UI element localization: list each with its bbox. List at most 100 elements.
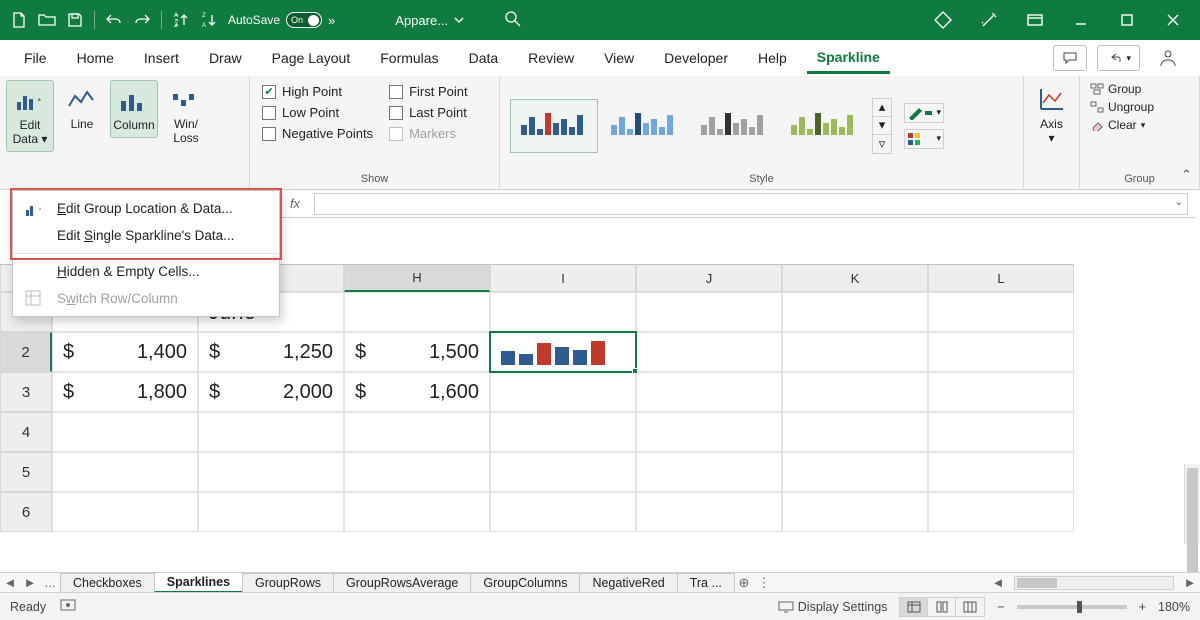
vertical-scrollbar[interactable] (1184, 464, 1200, 544)
col-header-L[interactable]: L (928, 264, 1074, 292)
account-icon[interactable] (1150, 45, 1186, 71)
sort-desc-icon[interactable]: ZA (196, 7, 222, 33)
zoom-slider[interactable] (1017, 605, 1127, 609)
col-header-J[interactable]: J (636, 264, 782, 292)
cell-empty[interactable] (52, 452, 198, 492)
menu-edit-single-data[interactable]: Edit Single Sparkline's Data... (13, 222, 279, 249)
view-page-break-icon[interactable] (956, 598, 984, 616)
document-title[interactable]: Appare... (395, 13, 464, 28)
cell-empty[interactable] (928, 492, 1074, 532)
cell-K2[interactable] (782, 332, 928, 372)
checkbox-negative-points[interactable]: Negative Points (262, 126, 373, 141)
tab-sparkline[interactable]: Sparkline (807, 43, 890, 74)
row-header-2[interactable]: 2 (0, 332, 52, 372)
zoom-level[interactable]: 180% (1158, 600, 1190, 614)
gallery-more-icon[interactable]: ▿ (873, 135, 891, 153)
tab-review[interactable]: Review (518, 44, 584, 72)
tab-page-layout[interactable]: Page Layout (262, 44, 361, 72)
col-header-K[interactable]: K (782, 264, 928, 292)
cell-empty[interactable] (490, 492, 636, 532)
formula-expand-icon[interactable]: ⌄ (1175, 197, 1183, 208)
cell-G3[interactable]: $1,600 (344, 372, 490, 412)
row-header-4[interactable]: 4 (0, 412, 52, 452)
diamond-icon[interactable] (922, 5, 964, 35)
minimize-button[interactable] (1060, 5, 1102, 35)
sheet-nav-prev-icon[interactable]: ◄ (0, 575, 20, 590)
cell-empty[interactable] (636, 452, 782, 492)
sparkline-winloss-button[interactable]: Win/Loss (162, 80, 210, 150)
wand-icon[interactable] (968, 5, 1010, 35)
menu-edit-group-data[interactable]: Edit Group Location & Data... (13, 195, 279, 222)
cell-F2[interactable]: $1,250 (198, 332, 344, 372)
maximize-button[interactable] (1106, 5, 1148, 35)
cell-L2[interactable] (928, 332, 1074, 372)
sheet-tab-negativered[interactable]: NegativeRed (579, 573, 677, 593)
close-button[interactable] (1152, 5, 1194, 35)
cell-empty[interactable] (344, 492, 490, 532)
ribbon-mode-icon[interactable] (1014, 5, 1056, 35)
cell-H3[interactable] (490, 372, 636, 412)
checkbox-last-point[interactable]: Last Point (389, 105, 468, 120)
fx-icon[interactable]: fx (280, 196, 310, 211)
hscroll-left-icon[interactable]: ◄ (988, 575, 1008, 590)
marker-color-button[interactable]: ▾ (904, 129, 944, 149)
sheet-split-icon[interactable]: ⋮ (754, 575, 774, 591)
gallery-up-icon[interactable]: ▴ (873, 99, 891, 117)
tab-file[interactable]: File (14, 44, 57, 72)
checkbox-low-point[interactable]: Low Point (262, 105, 373, 120)
redo-icon[interactable] (129, 7, 155, 33)
tab-developer[interactable]: Developer (654, 44, 738, 72)
group-button[interactable]: Group (1090, 82, 1154, 96)
cell-empty[interactable] (636, 492, 782, 532)
ungroup-button[interactable]: Ungroup (1090, 100, 1154, 114)
cell-empty[interactable] (782, 492, 928, 532)
sheet-tab-grouprowsaverage[interactable]: GroupRowsAverage (333, 573, 471, 593)
cell-I3[interactable] (636, 372, 782, 412)
cell-empty[interactable] (782, 412, 928, 452)
cell-H1[interactable] (344, 292, 490, 332)
fill-handle[interactable] (632, 368, 638, 374)
sparkline-line-button[interactable]: Line (58, 80, 106, 136)
zoom-thumb[interactable] (1077, 601, 1082, 613)
save-icon[interactable] (62, 7, 88, 33)
cell-empty[interactable] (344, 452, 490, 492)
tab-home[interactable]: Home (67, 44, 124, 72)
sheet-nav-next-icon[interactable]: ► (20, 575, 40, 590)
style-option-3[interactable] (690, 99, 778, 153)
undo-icon[interactable] (101, 7, 127, 33)
style-option-4[interactable] (780, 99, 868, 153)
tab-view[interactable]: View (594, 44, 644, 72)
new-sheet-icon[interactable]: ⊕ (734, 575, 754, 591)
view-page-layout-icon[interactable] (928, 598, 956, 616)
tab-help[interactable]: Help (748, 44, 797, 72)
zoom-out-button[interactable]: − (997, 600, 1004, 614)
tab-draw[interactable]: Draw (199, 44, 252, 72)
macro-record-icon[interactable] (60, 599, 76, 614)
sparkline-color-button[interactable]: ▾ (904, 103, 944, 123)
cell-I1[interactable] (490, 292, 636, 332)
open-file-icon[interactable] (34, 7, 60, 33)
cell-empty[interactable] (490, 412, 636, 452)
comments-button[interactable] (1053, 45, 1087, 71)
tab-insert[interactable]: Insert (134, 44, 189, 72)
cell-empty[interactable] (928, 412, 1074, 452)
tab-data[interactable]: Data (459, 44, 509, 72)
row-header-6[interactable]: 6 (0, 492, 52, 532)
col-header-I[interactable]: I (490, 264, 636, 292)
cell-empty[interactable] (198, 452, 344, 492)
style-option-2[interactable] (600, 99, 688, 153)
cell-empty[interactable] (782, 452, 928, 492)
cell-J3[interactable] (782, 372, 928, 412)
cell-J2[interactable] (636, 332, 782, 372)
cell-K1[interactable] (782, 292, 928, 332)
row-header-5[interactable]: 5 (0, 452, 52, 492)
search-icon[interactable] (504, 10, 522, 31)
sheet-nav-ellipsis[interactable]: ... (40, 575, 60, 590)
share-button[interactable]: ▾ (1097, 45, 1140, 71)
autosave-toggle[interactable]: AutoSave On (228, 12, 322, 28)
gallery-down-icon[interactable]: ▾ (873, 117, 891, 135)
zoom-in-button[interactable]: + (1139, 600, 1146, 614)
cell-G2[interactable]: $1,500 (344, 332, 490, 372)
cell-E3-partial[interactable]: $1,800 (52, 372, 198, 412)
sparkline-column-button[interactable]: Column (110, 80, 158, 138)
